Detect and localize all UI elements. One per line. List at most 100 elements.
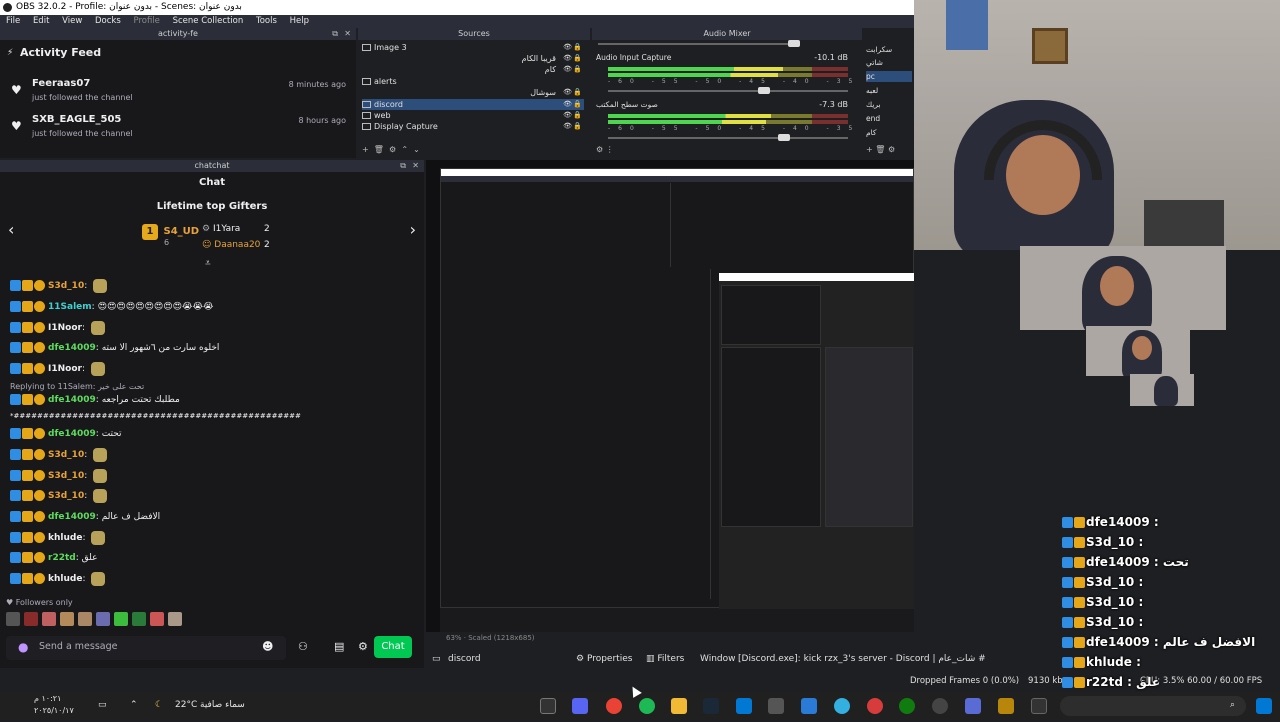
xbox-taskbar-icon[interactable] bbox=[899, 698, 915, 714]
scene-item[interactable]: بريك bbox=[866, 99, 912, 110]
chat-username[interactable]: khlude bbox=[48, 533, 82, 543]
source-item[interactable]: alerts bbox=[362, 76, 584, 87]
lock-icon[interactable]: 🔒 bbox=[573, 42, 582, 53]
edge-taskbar-icon[interactable] bbox=[834, 698, 850, 714]
lock-icon[interactable]: 🔒 bbox=[573, 53, 582, 64]
store-icon[interactable]: ▤ bbox=[334, 640, 344, 653]
mail-taskbar-icon[interactable] bbox=[736, 698, 752, 714]
chat-username[interactable]: I1Noor bbox=[48, 364, 82, 374]
eye-icon[interactable]: 👁 bbox=[563, 99, 572, 110]
teams-taskbar-icon[interactable] bbox=[965, 698, 981, 714]
float-icon[interactable]: ⧉ bbox=[400, 160, 406, 172]
tray-chevron-icon[interactable]: ⌃ bbox=[130, 700, 138, 710]
source-item[interactable]: سوشال 👁 🔒 bbox=[362, 87, 584, 98]
gear-icon[interactable]: ⚙ bbox=[358, 640, 368, 653]
volume-knob[interactable] bbox=[758, 87, 770, 94]
menu-help[interactable]: Help bbox=[290, 16, 309, 26]
source-item[interactable]: Image 3 👁 🔒 bbox=[362, 42, 584, 53]
eye-icon[interactable]: 👁 bbox=[563, 110, 572, 121]
chat-username[interactable]: khlude bbox=[48, 574, 82, 584]
scene-item[interactable]: كام bbox=[866, 127, 912, 138]
spotify-taskbar-icon[interactable] bbox=[639, 698, 655, 714]
folder-taskbar-icon[interactable] bbox=[671, 698, 687, 714]
chevron-right-icon[interactable]: › bbox=[410, 220, 416, 239]
eye-icon[interactable]: 👁 bbox=[563, 121, 572, 132]
preview-canvas[interactable] bbox=[426, 160, 914, 632]
source-item[interactable]: Display Capture 👁 🔒 bbox=[362, 121, 584, 132]
lock-icon[interactable]: 🔒 bbox=[573, 99, 582, 110]
points-icon[interactable]: ⚇ bbox=[298, 640, 308, 653]
scene-item-selected[interactable]: pc bbox=[866, 71, 912, 82]
scene-item[interactable]: شاتي bbox=[866, 57, 912, 68]
app-taskbar-icon[interactable] bbox=[801, 698, 817, 714]
lock-icon[interactable]: 🔒 bbox=[573, 121, 582, 132]
menu-docks[interactable]: Docks bbox=[95, 16, 121, 26]
move-down-icon[interactable]: ⌄ bbox=[413, 145, 420, 154]
chat-username[interactable]: r22td bbox=[48, 553, 76, 563]
chat-username[interactable]: I1Noor bbox=[48, 323, 82, 333]
lock-icon[interactable]: 🔒 bbox=[573, 110, 582, 121]
scene-item[interactable]: end bbox=[866, 113, 912, 124]
eye-icon[interactable]: 👁 bbox=[563, 64, 572, 75]
wifi-icon[interactable]: ▭ bbox=[98, 700, 107, 710]
windows-start-icon[interactable] bbox=[1256, 698, 1272, 714]
gear-icon[interactable]: ⚙ bbox=[389, 145, 396, 154]
emote-icon[interactable]: ☻ bbox=[262, 640, 273, 653]
filter-icon[interactable]: ⚙ bbox=[888, 145, 895, 154]
top-fader[interactable] bbox=[598, 40, 800, 47]
chrome-taskbar-icon[interactable] bbox=[606, 698, 622, 714]
source-item[interactable]: web 👁 🔒 bbox=[362, 110, 584, 121]
volume-slider[interactable] bbox=[608, 134, 848, 141]
menu-profile[interactable]: Profile bbox=[133, 16, 159, 26]
volume-slider[interactable] bbox=[608, 87, 848, 94]
source-item-selected[interactable]: discord 👁 🔒 bbox=[362, 99, 584, 110]
trash-icon[interactable]: 🗑 bbox=[374, 145, 384, 154]
chat-username[interactable]: dfe14009 bbox=[48, 343, 96, 353]
scene-item[interactable]: لعبه bbox=[866, 85, 912, 96]
trash-icon[interactable]: 🗑 bbox=[875, 145, 885, 154]
menu-file[interactable]: File bbox=[6, 16, 20, 26]
close-icon[interactable]: ✕ bbox=[344, 28, 351, 40]
filters-button[interactable]: ▥ Filters bbox=[646, 648, 684, 670]
gear-icon[interactable]: ⚙ bbox=[596, 145, 603, 154]
lock-icon[interactable]: 🔒 bbox=[573, 64, 582, 75]
window-select[interactable]: [Discord.exe]: kick rzx_3's server - Dis… bbox=[738, 648, 986, 670]
chat-username[interactable]: 11Salem bbox=[48, 302, 92, 312]
properties-button[interactable]: ⚙ Properties bbox=[576, 648, 632, 670]
menu-tools[interactable]: Tools bbox=[256, 16, 277, 26]
add-icon[interactable]: + bbox=[866, 145, 873, 154]
steam-taskbar-icon[interactable] bbox=[703, 698, 719, 714]
settings-taskbar-icon[interactable] bbox=[932, 698, 948, 714]
eye-icon[interactable]: 👁 bbox=[563, 87, 572, 98]
collapse-icon[interactable]: ⩡ bbox=[205, 258, 211, 269]
chat-username[interactable]: S3d_10 bbox=[48, 281, 84, 291]
search-box[interactable] bbox=[1060, 696, 1246, 716]
chevron-left-icon[interactable]: ‹ bbox=[8, 220, 14, 239]
microphone-icon[interactable]: ● bbox=[18, 640, 28, 654]
chat-username[interactable]: dfe14009 bbox=[48, 512, 96, 522]
source-item[interactable]: كام 👁 🔒 bbox=[362, 64, 584, 75]
move-up-icon[interactable]: ⌃ bbox=[401, 145, 408, 154]
discord-taskbar-icon[interactable] bbox=[572, 698, 588, 714]
chat-username[interactable]: S3d_10 bbox=[48, 471, 84, 481]
menu-scene-collection[interactable]: Scene Collection bbox=[173, 16, 244, 26]
store-taskbar-icon[interactable] bbox=[768, 698, 784, 714]
app-red-taskbar-icon[interactable] bbox=[867, 698, 883, 714]
chat-username[interactable]: dfe14009 bbox=[48, 395, 96, 405]
menu-edit[interactable]: Edit bbox=[33, 16, 49, 26]
source-item[interactable]: قريبا الكام 👁 🔒 bbox=[362, 53, 584, 64]
chat-username[interactable]: S3d_10 bbox=[48, 491, 84, 501]
add-icon[interactable]: + bbox=[362, 145, 369, 154]
task-view-icon[interactable] bbox=[1031, 698, 1047, 714]
chat-username[interactable]: dfe14009 bbox=[48, 429, 96, 439]
more-icon[interactable]: ⋮ bbox=[606, 145, 614, 154]
close-icon[interactable]: ✕ bbox=[412, 160, 419, 172]
eye-icon[interactable]: 👁 bbox=[563, 53, 572, 64]
eye-icon[interactable]: 👁 bbox=[563, 42, 572, 53]
obs-taskbar-icon[interactable] bbox=[540, 698, 556, 714]
volume-knob[interactable] bbox=[778, 134, 790, 141]
scene-item[interactable]: سكرابت bbox=[866, 44, 912, 55]
menu-view[interactable]: View bbox=[62, 16, 82, 26]
chat-send-button[interactable]: Chat bbox=[374, 636, 412, 658]
app-gold-taskbar-icon[interactable] bbox=[998, 698, 1014, 714]
